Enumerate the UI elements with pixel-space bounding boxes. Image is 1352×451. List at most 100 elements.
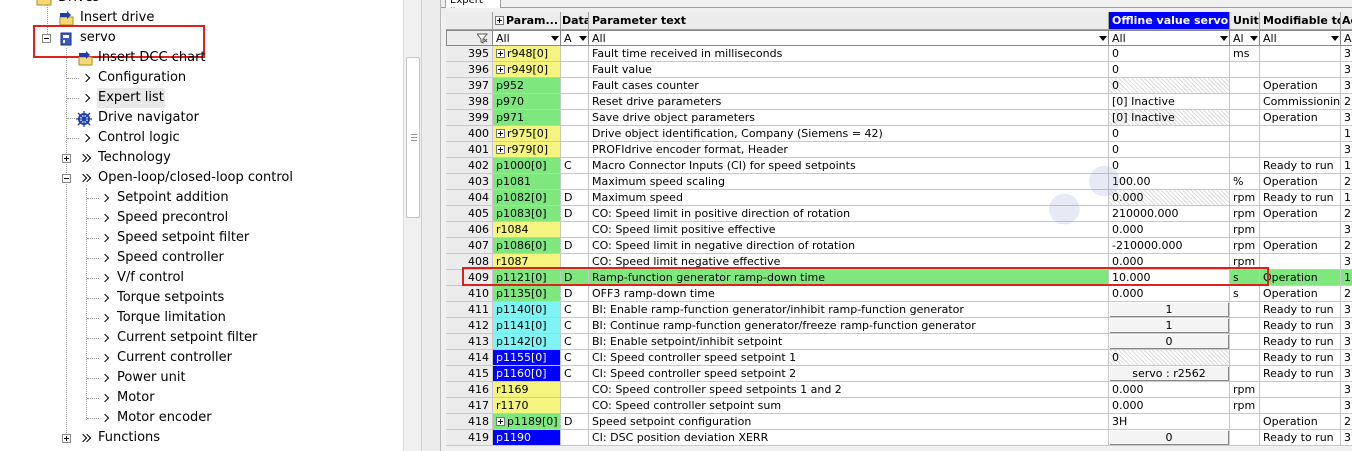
param-cell[interactable]: p971 bbox=[493, 110, 561, 126]
offline-value-cell[interactable]: 1 bbox=[1109, 302, 1230, 318]
offline-value-cell[interactable]: 0.000 bbox=[1109, 382, 1230, 398]
expand-toggle-icon[interactable] bbox=[62, 154, 71, 163]
filter-param[interactable]: All bbox=[493, 30, 561, 46]
param-cell[interactable]: p1141[0] bbox=[493, 318, 561, 334]
offline-value-cell[interactable]: 0.000 bbox=[1109, 286, 1230, 302]
expand-all-icon[interactable] bbox=[495, 16, 504, 25]
filter-access[interactable]: A bbox=[1341, 30, 1352, 46]
column-header-text[interactable]: Parameter text bbox=[589, 12, 1109, 30]
table-row[interactable]: 418 p1189[0] D Speed setpoint configuration… bbox=[446, 414, 1352, 430]
param-cell[interactable]: r948[0] bbox=[493, 46, 561, 62]
param-cell[interactable]: r979[0] bbox=[493, 142, 561, 158]
filter-text[interactable]: All bbox=[589, 30, 1109, 46]
table-row[interactable]: 396 r949[0] Fault value 0 3 bbox=[446, 62, 1352, 78]
offline-value-cell[interactable]: 0 bbox=[1109, 158, 1230, 174]
expand-icon[interactable] bbox=[496, 129, 505, 138]
offline-value-cell[interactable]: 210000.000 bbox=[1109, 206, 1230, 222]
expand-toggle-icon[interactable] bbox=[62, 434, 71, 443]
table-row[interactable]: 402 p1000[0] C Macro Connector Inputs (CI) … bbox=[446, 158, 1352, 174]
offline-value-cell[interactable]: 100.00 bbox=[1109, 174, 1230, 190]
offline-value-cell[interactable]: 1 bbox=[1109, 318, 1230, 334]
table-row[interactable]: 399 p971 Save drive object parameters [0] I… bbox=[446, 110, 1352, 126]
offline-value-cell[interactable]: [0] Inactive bbox=[1109, 110, 1230, 126]
tree-scrollbar[interactable] bbox=[403, 0, 421, 451]
filter-modifiable[interactable]: All bbox=[1260, 30, 1341, 46]
table-row[interactable]: 406 r1084 CO: Speed limit positive effecti… bbox=[446, 222, 1352, 238]
param-cell[interactable]: r1169 bbox=[493, 382, 561, 398]
param-cell[interactable]: p1135[0] bbox=[493, 286, 561, 302]
scrollbar-thumb[interactable] bbox=[406, 57, 420, 218]
offline-value-cell[interactable]: 0 bbox=[1109, 350, 1230, 366]
param-cell[interactable]: p1189[0] bbox=[493, 414, 561, 430]
column-header-offline-value[interactable]: Offline value servo bbox=[1109, 12, 1230, 30]
table-row[interactable]: 400 r975[0] Drive object identification, C… bbox=[446, 126, 1352, 142]
offline-value-cell[interactable]: 0.000 bbox=[1109, 254, 1230, 270]
table-row[interactable]: 398 p970 Reset drive parameters [0] Inactiv… bbox=[446, 94, 1352, 110]
table-row[interactable]: 411 p1140[0] C BI: Enable ramp-function gen… bbox=[446, 302, 1352, 318]
filter-unit[interactable]: Al bbox=[1230, 30, 1260, 46]
column-header-modifiable[interactable]: Modifiable to bbox=[1260, 12, 1341, 30]
offline-value-cell[interactable]: 0 bbox=[1109, 46, 1230, 62]
tab-expert-list[interactable]: Expert list bbox=[445, 0, 501, 8]
param-cell[interactable]: r1087 bbox=[493, 254, 561, 270]
pane-splitter[interactable] bbox=[421, 0, 441, 451]
filter-reset[interactable] bbox=[446, 30, 493, 46]
param-cell[interactable]: p1081 bbox=[493, 174, 561, 190]
filter-data[interactable]: A bbox=[561, 30, 589, 46]
offline-value-cell[interactable]: 0 bbox=[1109, 78, 1230, 94]
param-cell[interactable]: p1142[0] bbox=[493, 334, 561, 350]
table-row[interactable]: 395 r948[0] Fault time received in millise… bbox=[446, 46, 1352, 62]
dropdown-arrow-icon[interactable] bbox=[1219, 33, 1228, 44]
param-cell[interactable]: p970 bbox=[493, 94, 561, 110]
param-cell[interactable]: p1083[0] bbox=[493, 206, 561, 222]
param-cell[interactable]: p1000[0] bbox=[493, 158, 561, 174]
table-row[interactable]: 410 p1135[0] D OFF3 ramp-down time 0.000 s Ope… bbox=[446, 286, 1352, 302]
table-row[interactable]: 415 p1160[0] C CI: Speed controller speed s… bbox=[446, 366, 1352, 382]
offline-value-cell[interactable]: 0 bbox=[1109, 62, 1230, 78]
column-header-access[interactable]: Ac bbox=[1341, 12, 1352, 30]
param-cell[interactable]: p1121[0] bbox=[493, 270, 561, 286]
dropdown-arrow-icon[interactable] bbox=[578, 33, 587, 44]
offline-value-cell[interactable]: -210000.000 bbox=[1109, 238, 1230, 254]
param-cell[interactable]: p1140[0] bbox=[493, 302, 561, 318]
filter-value-column[interactable]: All bbox=[1109, 30, 1230, 46]
offline-value-cell[interactable]: 3H bbox=[1109, 414, 1230, 430]
offline-value-cell[interactable]: 0 bbox=[1109, 126, 1230, 142]
param-cell[interactable]: r975[0] bbox=[493, 126, 561, 142]
expand-icon[interactable] bbox=[496, 49, 505, 58]
offline-value-cell[interactable]: 0.000 bbox=[1109, 190, 1230, 206]
param-cell[interactable]: p1082[0] bbox=[493, 190, 561, 206]
param-cell[interactable]: r1084 bbox=[493, 222, 561, 238]
column-header-unit[interactable]: Unit bbox=[1230, 12, 1260, 30]
expand-icon[interactable] bbox=[496, 65, 505, 74]
dropdown-arrow-icon[interactable] bbox=[1098, 33, 1107, 44]
expand-icon[interactable] bbox=[496, 145, 505, 154]
param-cell[interactable]: r1170 bbox=[493, 398, 561, 414]
param-cell[interactable]: r949[0] bbox=[493, 62, 561, 78]
offline-value-cell[interactable]: servo : r2562 bbox=[1109, 366, 1230, 382]
collapse-toggle-icon[interactable] bbox=[62, 174, 71, 183]
column-header-param[interactable]: Param... bbox=[493, 12, 561, 30]
param-cell[interactable]: p1086[0] bbox=[493, 238, 561, 254]
offline-value-cell[interactable]: 0.000 bbox=[1109, 398, 1230, 414]
table-row[interactable]: 412 p1141[0] C BI: Continue ramp-function g… bbox=[446, 318, 1352, 334]
table-row[interactable]: 417 r1170 CO: Speed controller setpoint su… bbox=[446, 398, 1352, 414]
table-row[interactable]: 409 p1121[0] D Ramp-function generator ramp… bbox=[446, 270, 1352, 286]
table-row[interactable]: 397 p952 Fault cases counter 0 Operation 3 bbox=[446, 78, 1352, 94]
param-cell[interactable]: p952 bbox=[493, 78, 561, 94]
column-header-data[interactable]: Data bbox=[561, 12, 589, 30]
table-row[interactable]: 401 r979[0] PROFIdrive encoder format, Hea… bbox=[446, 142, 1352, 158]
table-row[interactable]: 414 p1155[0] C CI: Speed controller speed s… bbox=[446, 350, 1352, 366]
table-row[interactable]: 403 p1081 Maximum speed scaling 100.00% Oper… bbox=[446, 174, 1352, 190]
offline-value-cell[interactable]: 0 bbox=[1109, 142, 1230, 158]
offline-value-cell[interactable]: 0 bbox=[1109, 334, 1230, 350]
table-row[interactable]: 405 p1083[0] D CO: Speed limit in positive … bbox=[446, 206, 1352, 222]
offline-value-cell[interactable]: 10.000 bbox=[1109, 270, 1230, 286]
offline-value-cell[interactable]: [0] Inactive bbox=[1109, 94, 1230, 110]
dropdown-arrow-icon[interactable] bbox=[1249, 33, 1258, 44]
table-row[interactable]: 413 p1142[0] C BI: Enable setpoint/inhibit … bbox=[446, 334, 1352, 350]
table-row[interactable]: 416 r1169 CO: Speed controller speed setpo… bbox=[446, 382, 1352, 398]
param-cell[interactable]: p1190 bbox=[493, 430, 561, 446]
table-row[interactable]: 408 r1087 CO: Speed limit negative effecti… bbox=[446, 254, 1352, 270]
param-cell[interactable]: p1155[0] bbox=[493, 350, 561, 366]
